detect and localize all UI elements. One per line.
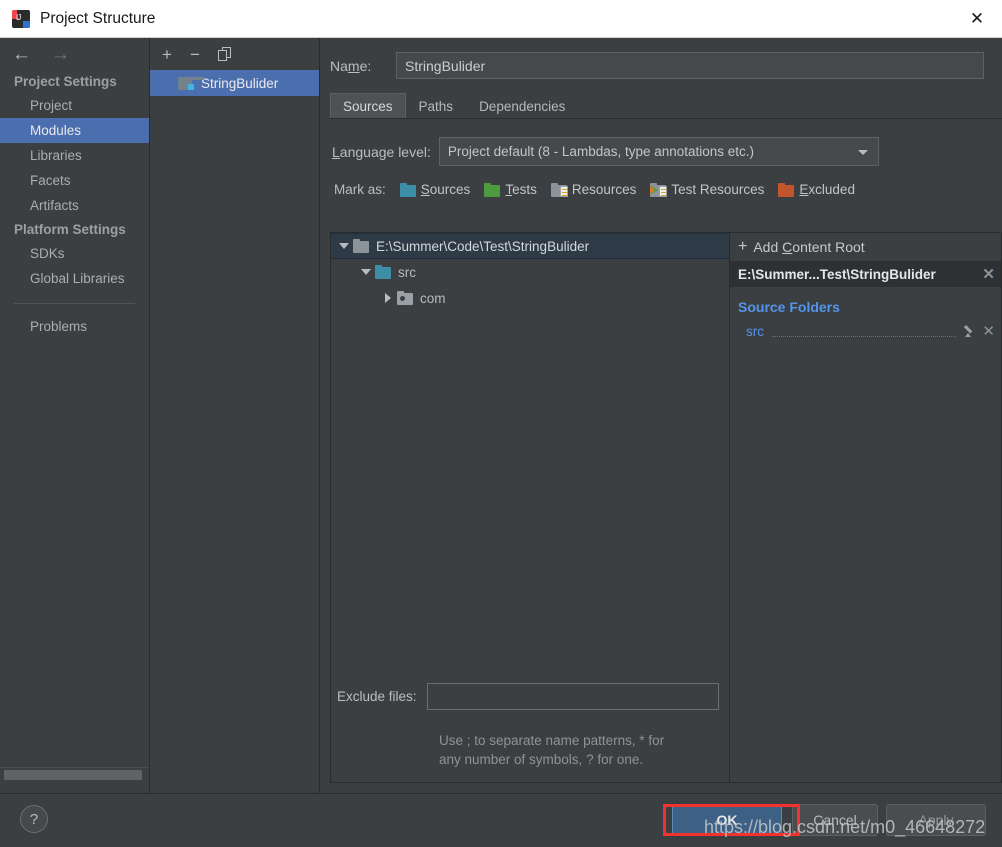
- project-structure-dialog: Project Structure ✕ ← → Project Settings…: [0, 0, 1002, 847]
- forward-arrow-icon[interactable]: →: [51, 45, 70, 64]
- language-level-select[interactable]: Project default (8 - Lambdas, type annot…: [438, 137, 879, 166]
- add-content-root-label: Add Content Root: [753, 239, 865, 255]
- module-list-item-stringbulider[interactable]: StringBulider: [150, 70, 319, 96]
- close-icon[interactable]: ✕: [952, 0, 1002, 37]
- tests-folder-icon: [484, 182, 501, 197]
- content-root-tree: E:\Summer\Code\Test\StringBulider src co…: [330, 232, 730, 783]
- tab-paths[interactable]: Paths: [406, 93, 467, 118]
- add-module-button[interactable]: +: [162, 46, 172, 63]
- language-level-row: Language level: Project default (8 - Lam…: [320, 119, 1002, 166]
- exclude-files-label: Exclude files:: [337, 689, 417, 704]
- sidebar-item-problems[interactable]: Problems: [0, 314, 149, 339]
- content-root-header: E:\Summer...Test\StringBulider ✕: [730, 261, 1001, 287]
- remove-source-folder-icon[interactable]: ✕: [982, 324, 995, 339]
- mark-as-label: Mark as:: [334, 182, 386, 197]
- tab-strip-filler: [578, 93, 1002, 118]
- module-editor-panel: Name: Sources Paths Dependencies Languag…: [320, 38, 1002, 793]
- plus-icon: +: [738, 238, 748, 255]
- tree-row-com-label: com: [420, 290, 446, 306]
- chevron-right-icon[interactable]: [379, 293, 397, 303]
- sidebar-item-project[interactable]: Project: [0, 93, 149, 118]
- sidebar-group-platform-settings: Platform Settings: [14, 222, 126, 237]
- exclude-files-hint-line2: any number of symbols, ? for one.: [439, 752, 644, 768]
- pencil-icon[interactable]: [964, 324, 978, 338]
- remove-module-button[interactable]: −: [190, 46, 200, 63]
- title-bar: Project Structure ✕: [0, 0, 1002, 38]
- mark-as-excluded-button[interactable]: Excluded: [778, 182, 855, 197]
- mark-as-excluded-label: Excluded: [799, 182, 855, 197]
- mark-as-test-resources-label: Test Resources: [671, 182, 765, 197]
- content-root-header-label: E:\Summer...Test\StringBulider: [738, 266, 936, 282]
- language-level-value: Project default (8 - Lambdas, type annot…: [447, 144, 755, 159]
- modules-list-panel: + − StringBulider: [150, 38, 320, 793]
- dialog-button-bar: ? OK Cancel Apply: [0, 793, 1002, 847]
- tree-row-content-root-label: E:\Summer\Code\Test\StringBulider: [376, 238, 590, 254]
- tab-dependencies[interactable]: Dependencies: [466, 93, 578, 118]
- sidebar-item-libraries[interactable]: Libraries: [0, 143, 149, 168]
- nav-history-controls: ← →: [0, 38, 149, 70]
- language-level-label: Language level:: [332, 143, 431, 160]
- mark-as-resources-button[interactable]: Resources: [550, 182, 637, 197]
- tree-row-com[interactable]: com: [331, 285, 729, 311]
- add-content-root-button[interactable]: + Add Content Root: [730, 233, 1001, 261]
- tree-row-src[interactable]: src: [331, 259, 729, 285]
- module-list-item-label: StringBulider: [201, 75, 279, 91]
- sidebar-divider: [14, 303, 135, 304]
- back-arrow-icon[interactable]: ←: [12, 45, 31, 64]
- apply-button[interactable]: Apply: [886, 804, 986, 836]
- intellij-idea-icon: [12, 9, 30, 28]
- module-name-row: Name:: [320, 38, 1002, 79]
- sources-folder-icon: [399, 182, 417, 197]
- exclude-files-input[interactable]: [426, 683, 719, 710]
- excluded-folder-icon: [778, 182, 795, 197]
- remove-content-root-icon[interactable]: ✕: [982, 265, 995, 283]
- cancel-button[interactable]: Cancel: [792, 804, 878, 836]
- sources-split-pane: E:\Summer\Code\Test\StringBulider src co…: [330, 232, 1002, 783]
- content-root-folder-icon: [353, 239, 370, 253]
- resources-folder-icon: [550, 182, 568, 197]
- test-resources-folder-icon: [650, 182, 668, 197]
- copy-module-icon[interactable]: [217, 46, 232, 62]
- chevron-down-icon[interactable]: [857, 149, 868, 155]
- sidebar-item-facets[interactable]: Facets: [0, 168, 149, 193]
- exclude-files-row: Exclude files:: [331, 683, 729, 710]
- dotted-leader: [772, 336, 957, 337]
- settings-sidebar: ← → Project Settings Project Modules Lib…: [0, 38, 150, 793]
- mark-as-tests-button[interactable]: Tests: [484, 182, 537, 197]
- module-name-label: Name:: [330, 57, 372, 74]
- source-folder-icon: [375, 265, 392, 279]
- chevron-down-icon[interactable]: [335, 243, 353, 249]
- sidebar-item-sdks[interactable]: SDKs: [0, 241, 149, 266]
- mark-as-row: Mark as: Sources Tests Resources Test Re…: [320, 166, 1002, 197]
- window-title: Project Structure: [40, 9, 156, 27]
- sidebar-item-global-libraries[interactable]: Global Libraries: [0, 266, 149, 291]
- module-icon: [178, 76, 204, 90]
- package-folder-icon: [397, 291, 414, 305]
- sidebar-item-modules[interactable]: Modules: [0, 118, 149, 143]
- module-name-input[interactable]: [396, 52, 984, 79]
- chevron-down-icon[interactable]: [357, 269, 375, 275]
- mark-as-resources-label: Resources: [571, 182, 637, 197]
- exclude-files-hint-line1: Use ; to separate name patterns, * for: [439, 732, 665, 748]
- tree-row-content-root[interactable]: E:\Summer\Code\Test\StringBulider: [331, 233, 729, 259]
- help-button[interactable]: ?: [20, 805, 48, 833]
- sidebar-group-project-settings: Project Settings: [14, 74, 117, 89]
- tree-row-src-label: src: [398, 264, 416, 280]
- module-tabs: Sources Paths Dependencies: [330, 93, 1002, 119]
- ok-button[interactable]: OK: [672, 804, 782, 836]
- tab-sources[interactable]: Sources: [330, 93, 406, 118]
- mark-as-test-resources-button[interactable]: Test Resources: [650, 182, 764, 197]
- source-folder-entry-src: src ✕: [730, 319, 1001, 343]
- mark-as-tests-label: Tests: [505, 182, 537, 197]
- mark-as-sources-label: Sources: [420, 182, 471, 197]
- mark-as-sources-button[interactable]: Sources: [399, 182, 471, 197]
- sidebar-scrollbar-thumb[interactable]: [4, 770, 142, 780]
- modules-toolbar: + −: [150, 38, 319, 70]
- exclude-files-hint: Use ; to separate name patterns, * for a…: [439, 731, 719, 770]
- sidebar-item-artifacts[interactable]: Artifacts: [0, 193, 149, 218]
- sidebar-horizontal-scrollbar[interactable]: [0, 767, 149, 781]
- content-roots-panel: + Add Content Root E:\Summer...Test\Stri…: [730, 232, 1002, 783]
- source-folders-title: Source Folders: [738, 299, 840, 315]
- source-folder-entry-label[interactable]: src: [746, 324, 764, 339]
